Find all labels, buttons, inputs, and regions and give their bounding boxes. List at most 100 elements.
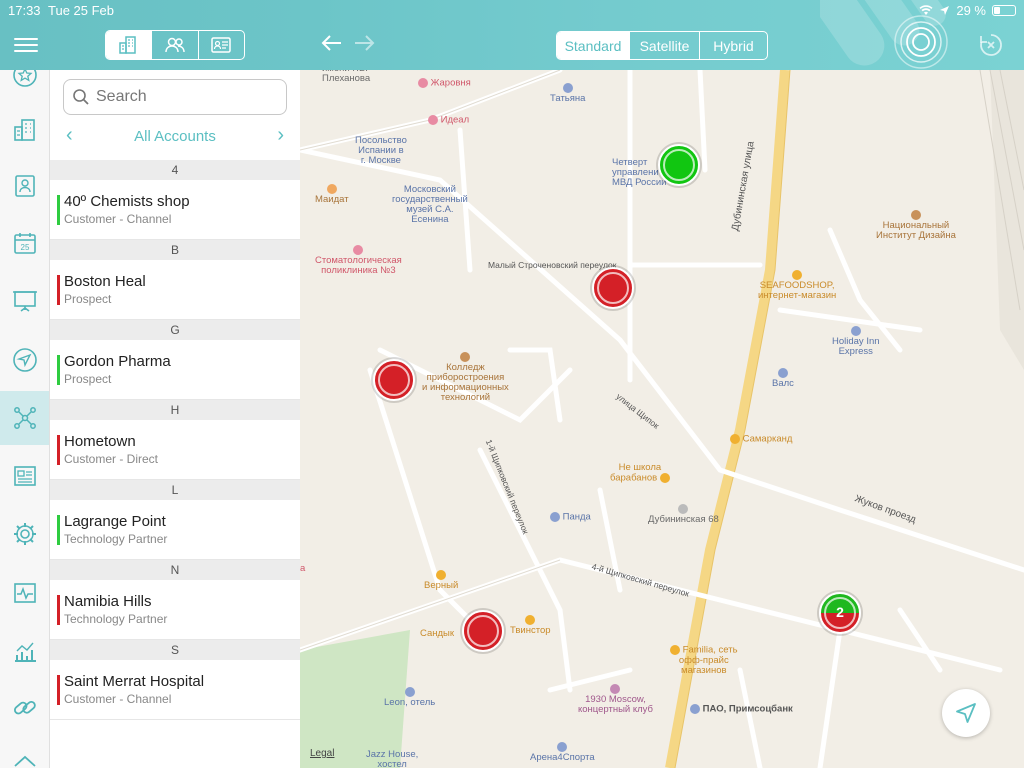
presentation-board-icon <box>13 291 37 312</box>
poi-label-text: Панда <box>562 511 591 523</box>
accounts-filter-nav: ‹ All Accounts › <box>50 124 300 150</box>
forward-arrow-icon[interactable] <box>354 34 376 55</box>
status-bar-indicator <box>57 275 60 305</box>
sidebar-item-calendar[interactable]: 25 <box>0 216 49 270</box>
sidebar-item-accounts[interactable] <box>0 103 49 157</box>
list-item[interactable]: Gordon Pharma Prospect <box>50 340 300 400</box>
poi-marker <box>436 570 447 580</box>
map-pin-account[interactable] <box>658 144 700 186</box>
sync-rings-icon[interactable] <box>893 14 949 70</box>
poi-marker <box>670 645 680 655</box>
hamburger-menu-icon[interactable] <box>14 34 38 54</box>
account-type: Customer - Channel <box>64 692 172 706</box>
sync-cancel-icon[interactable] <box>978 32 1004 58</box>
network-nodes-icon <box>14 407 36 429</box>
battery-percent: 29 % <box>956 3 986 18</box>
poi-label-text: SEAFOODSHOP, интернет-магазин <box>758 279 837 301</box>
poi-label: Татьяна <box>550 83 585 104</box>
section-header: 4 <box>50 160 300 180</box>
list-item[interactable]: Lagrange Point Technology Partner <box>50 500 300 560</box>
list-item[interactable]: Saint Merrat Hospital Customer - Channel <box>50 660 300 720</box>
sidebar-item-contacts[interactable] <box>0 159 49 213</box>
status-bar-indicator <box>57 195 60 225</box>
poi-label: Панда <box>550 512 591 523</box>
map-view[interactable]: Дубининская улица Жуков проезд Малый Стр… <box>300 70 1024 768</box>
sidebar-item-presentations[interactable] <box>0 274 49 328</box>
poi-marker <box>404 687 415 697</box>
send-arrow-icon <box>13 348 37 372</box>
search-box[interactable] <box>63 79 287 115</box>
account-type: Customer - Channel <box>64 212 172 226</box>
status-bar: 17:33 Tue 25 Feb 29 % <box>0 0 1024 20</box>
poi-label: 1930 Moscow, концертный клуб <box>578 684 653 715</box>
poi-label-text: Валс <box>772 377 794 389</box>
back-arrow-icon[interactable] <box>320 34 342 55</box>
poi-marker <box>460 352 471 362</box>
sidebar-item-network[interactable] <box>0 391 49 445</box>
legal-link[interactable]: Legal <box>310 748 334 759</box>
view-cards-tab[interactable] <box>197 31 244 59</box>
poi-marker <box>353 245 364 255</box>
accounts-filter-title[interactable]: All Accounts <box>50 128 300 145</box>
sidebar-item-links[interactable] <box>0 681 49 735</box>
accounts-list: 4 40º Chemists shop Customer - Channel B… <box>50 160 300 720</box>
poi-label-text: Leon, отель <box>384 696 436 708</box>
list-item[interactable]: Boston Heal Prospect <box>50 260 300 320</box>
map-mode-standard[interactable]: Standard <box>557 32 629 59</box>
poi-label: Не школа барабанов <box>610 463 670 484</box>
account-name: Lagrange Point <box>64 513 166 530</box>
poi-label-text: Арена4Спорта <box>530 751 595 763</box>
poi-label: Идеал <box>428 115 469 126</box>
sidebar-item-home[interactable] <box>0 738 49 768</box>
sidebar-item-activity[interactable] <box>0 566 49 620</box>
poi-label: Посольство Испании в г. Москве <box>355 135 407 166</box>
sidebar-item-settings[interactable] <box>0 507 49 561</box>
poi-label-text: 1930 Moscow, концертный клуб <box>578 693 653 715</box>
map-type-switcher: Standard Satellite Hybrid <box>556 31 768 60</box>
poi-marker <box>525 615 536 625</box>
poi-label-text: Татьяна <box>550 92 586 104</box>
poi-label-text: Самарканд <box>742 433 793 445</box>
map-pin-account[interactable] <box>462 610 504 652</box>
locate-me-button[interactable] <box>942 689 990 737</box>
list-item[interactable]: 40º Chemists shop Customer - Channel <box>50 180 300 240</box>
link-chain-icon <box>14 700 36 715</box>
poi-label-text: Стоматологическая поликлиника №3 <box>315 254 402 276</box>
account-type: Technology Partner <box>64 612 168 626</box>
map-pin-cluster[interactable]: 2 <box>819 592 861 634</box>
account-name: 40º Chemists shop <box>64 193 190 210</box>
sidebar-item-analytics[interactable] <box>0 624 49 678</box>
gear-icon <box>14 523 36 545</box>
poi-label: Верный <box>424 570 458 591</box>
poi-marker <box>562 83 573 93</box>
poi-marker <box>610 684 621 694</box>
account-name: Saint Merrat Hospital <box>64 673 205 690</box>
poi-label-text: Holiday Inn Express <box>832 335 880 357</box>
accounts-panel: ‹ All Accounts › 4 40º Chemists shop Cus… <box>50 70 300 768</box>
sidebar-item-favorites[interactable] <box>0 70 49 102</box>
sidebar-item-news[interactable] <box>0 449 49 503</box>
search-input[interactable] <box>96 88 276 106</box>
poi-label: SEAFOODSHOP, интернет-магазин <box>758 270 836 301</box>
map-mode-hybrid[interactable]: Hybrid <box>699 32 767 59</box>
poi-marker <box>850 326 861 336</box>
star-badge-icon <box>13 70 37 87</box>
poi-label: ПАО, Примсоцбанк <box>690 704 793 715</box>
account-type: Customer - Direct <box>64 452 159 466</box>
sidebar-item-navigation[interactable] <box>0 333 49 387</box>
map-mode-satellite[interactable]: Satellite <box>629 32 699 59</box>
map-pin-account[interactable] <box>373 359 415 401</box>
section-header: L <box>50 480 300 500</box>
poi-label: Holiday Inn Express <box>832 326 880 357</box>
view-accounts-tab[interactable] <box>106 31 152 59</box>
account-name: Hometown <box>64 433 136 450</box>
account-type: Prospect <box>64 372 112 386</box>
view-contacts-tab[interactable] <box>151 31 197 59</box>
bar-chart-icon <box>15 642 36 662</box>
status-date: Tue 25 Feb <box>48 3 115 18</box>
poi-marker <box>777 368 788 378</box>
list-item[interactable]: Hometown Customer - Direct <box>50 420 300 480</box>
list-item[interactable]: Namibia Hills Technology Partner <box>50 580 300 640</box>
chevron-right-icon[interactable]: › <box>277 124 284 147</box>
map-pin-account[interactable] <box>592 267 634 309</box>
